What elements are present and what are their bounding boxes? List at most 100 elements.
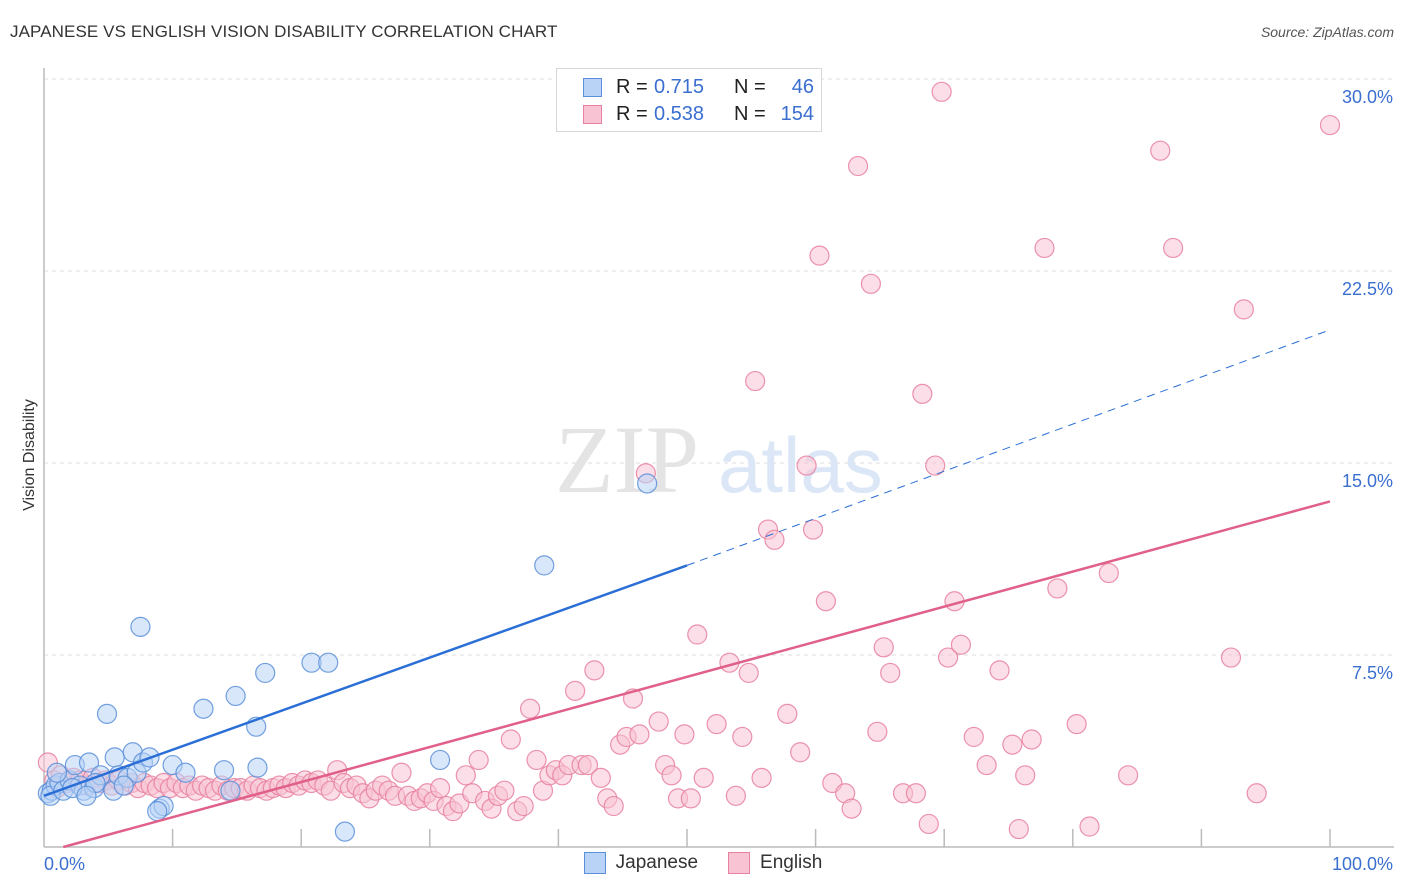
correlation-stats-box: R = 0.715 N = 46 R = 0.538 N = 154 — [556, 68, 822, 132]
legend-label-english: English — [760, 852, 823, 873]
japanese-legend-swatch-icon — [583, 852, 606, 874]
english-point — [429, 778, 451, 799]
english-point — [751, 767, 772, 788]
english-point — [860, 273, 881, 294]
n-value: 154 — [780, 102, 814, 125]
japanese-point — [334, 821, 356, 842]
japanese-point — [213, 760, 235, 781]
japanese-point — [96, 703, 118, 724]
english-point — [847, 155, 869, 177]
english-point — [1066, 714, 1087, 735]
y-tick-label: 7.5% — [1352, 663, 1393, 683]
english-point — [867, 721, 888, 742]
english-point — [1098, 562, 1119, 584]
japanese-point — [130, 616, 151, 637]
japanese-point — [429, 749, 451, 771]
legend-item-japanese[interactable]: Japanese — [583, 852, 699, 874]
english-point — [1002, 734, 1023, 755]
japanese-point — [104, 747, 125, 768]
japanese-point — [318, 652, 339, 673]
watermark: ZIP atlas — [555, 406, 883, 513]
stats-row-english: R = 0.538 N = 154 — [583, 101, 814, 127]
english-point — [1008, 818, 1029, 840]
japanese-point — [113, 775, 134, 796]
japanese-point — [175, 762, 196, 783]
english-point — [912, 383, 933, 404]
english-point — [1015, 765, 1036, 786]
english-point — [989, 660, 1010, 681]
english-point — [648, 711, 669, 732]
english-point — [963, 726, 984, 748]
english-point — [873, 637, 894, 658]
japanese-point — [76, 785, 97, 806]
english-point — [918, 813, 939, 835]
english-point — [455, 765, 476, 786]
english-point — [706, 714, 727, 735]
english-point — [905, 783, 927, 804]
y-tick-label: 30.0% — [1342, 87, 1393, 107]
english-point — [584, 660, 605, 681]
japanese-point — [193, 698, 214, 719]
english-point — [526, 749, 547, 771]
english-point — [976, 754, 997, 776]
legend-label-japanese: Japanese — [615, 852, 699, 873]
english-swatch-icon — [583, 104, 602, 124]
y-tick-label: 15.0% — [1342, 471, 1393, 491]
english-point — [1319, 114, 1341, 136]
english-point — [1117, 765, 1139, 786]
english-point — [1034, 237, 1055, 259]
english-point — [1150, 140, 1171, 161]
english-point — [1079, 816, 1100, 837]
japanese-swatch-icon — [583, 77, 602, 97]
english-point — [725, 785, 746, 806]
n-label: N = — [734, 102, 766, 125]
english-point — [745, 370, 766, 392]
japanese-point — [147, 801, 168, 822]
stats-row-japanese: R = 0.715 N = 46 — [583, 74, 814, 100]
english-point — [809, 245, 830, 266]
english-point — [764, 529, 785, 550]
japanese-point — [255, 662, 276, 684]
english-point — [680, 788, 701, 809]
r-value: 0.715 — [654, 75, 705, 98]
english-point — [1233, 299, 1254, 320]
english-point — [674, 724, 695, 745]
english-point — [1163, 237, 1184, 259]
english-point — [841, 798, 862, 819]
japanese-point — [534, 555, 555, 576]
y-tick-label: 22.5% — [1342, 279, 1393, 299]
japanese-point — [247, 757, 268, 778]
english-point — [1220, 647, 1242, 668]
english-point — [950, 634, 972, 655]
english-point — [732, 726, 753, 748]
english-point — [802, 519, 824, 540]
japanese-point — [225, 685, 246, 707]
n-value: 46 — [791, 75, 814, 98]
r-label: R = — [616, 102, 648, 125]
english-point — [391, 762, 412, 783]
japanese-point — [220, 780, 241, 801]
legend-item-english[interactable]: English — [728, 852, 822, 874]
english-point — [1047, 578, 1068, 599]
english-point — [629, 724, 650, 745]
english-point — [687, 624, 708, 645]
r-label: R = — [616, 75, 648, 98]
english-point — [513, 795, 534, 817]
english-point — [790, 742, 811, 763]
english-point — [661, 765, 682, 786]
english-point — [468, 749, 489, 771]
n-label: N = — [734, 75, 766, 98]
english-point — [796, 455, 817, 476]
scatter-plot: ZIP atlas 7.5%15.0%22.5%30.0%0.0% 100.0% — [37, 68, 1394, 874]
english-point — [1021, 729, 1042, 750]
r-value: 0.538 — [654, 102, 705, 125]
japanese-point — [46, 762, 67, 783]
chart-legend: Japanese English — [0, 852, 1406, 874]
english-legend-swatch-icon — [728, 852, 751, 874]
watermark-zip: ZIP — [555, 406, 699, 513]
english-point — [590, 767, 611, 788]
english-point — [738, 662, 759, 684]
japanese-point — [637, 473, 658, 494]
english-point — [565, 680, 586, 701]
gridlines — [44, 78, 1394, 656]
